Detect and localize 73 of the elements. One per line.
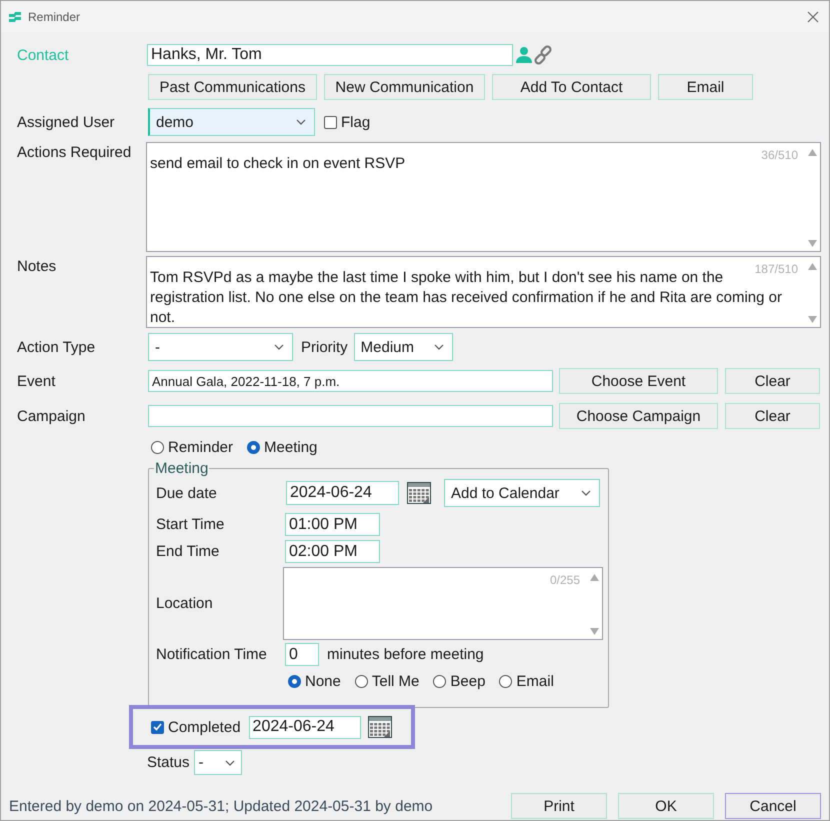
close-icon[interactable]: [807, 10, 819, 22]
notification-radio[interactable]: None: [288, 673, 341, 690]
field-label: Event: [17, 372, 56, 390]
date-field[interactable]: 2024-06-24: [248, 716, 361, 738]
group-title: Meeting: [154, 460, 210, 477]
check-icon: [153, 723, 162, 731]
choose-button[interactable]: Choose Event: [559, 368, 718, 394]
event-field[interactable]: Annual Gala, 2022-11-18, 7 p.m.: [148, 370, 553, 392]
notification-radio[interactable]: Tell Me: [354, 673, 420, 690]
scroll-up-icon[interactable]: [808, 263, 817, 270]
character-counter: 187/510: [754, 261, 798, 278]
calendar-icon[interactable]: [368, 716, 392, 738]
chevron-icon: [274, 344, 284, 350]
calendar-icon[interactable]: [407, 482, 431, 504]
field-label: Priority: [301, 338, 348, 356]
notification-radio[interactable]: Beep: [433, 673, 486, 690]
user-dropdown[interactable]: demo: [148, 108, 315, 136]
field-label: Action Type: [17, 338, 96, 356]
link-icon[interactable]: [533, 45, 553, 65]
type-radio[interactable]: Reminder: [151, 439, 234, 456]
minutes-field[interactable]: 0: [285, 643, 319, 666]
field-label: Actions Required: [17, 144, 132, 161]
field-label: Location: [156, 595, 214, 612]
choose-button[interactable]: Choose Campaign: [559, 403, 718, 429]
type-radio[interactable]: Meeting: [247, 439, 318, 456]
scroll-down-icon[interactable]: [808, 316, 817, 323]
character-counter: 36/510: [761, 147, 798, 164]
calendar-dropdown[interactable]: Add to Calendar: [444, 479, 600, 507]
actions-field[interactable]: send email to check in on event RSVP 36/510: [146, 142, 821, 252]
chevron-icon: [581, 490, 591, 496]
time-field[interactable]: 02:00 PM: [285, 540, 380, 563]
flag-checkbox[interactable]: Flag: [324, 114, 370, 130]
campaign-field[interactable]: [148, 405, 553, 427]
chevron-icon: [224, 760, 235, 766]
character-counter: 0/255: [550, 572, 580, 589]
dialog-button[interactable]: OK: [618, 793, 714, 819]
field-label: Due date: [156, 484, 218, 502]
notes-field[interactable]: Tom RSVPd as a maybe the last time I spoke with him, but I don't see his name on the registration list. No one else on the team has received confirmation if he and Rita are coming or not. 187/510: [146, 256, 821, 328]
field-label: Contact: [17, 46, 70, 64]
action-button[interactable]: Add To Contact: [492, 74, 651, 100]
dialog-button[interactable]: Cancel: [725, 793, 821, 819]
field-label: End Time: [156, 543, 220, 560]
scroll-up-icon[interactable]: [590, 574, 599, 581]
scroll-down-icon[interactable]: [590, 628, 599, 635]
date-field[interactable]: 2024-06-24: [286, 481, 399, 505]
status-text: Entered by demo on 2024-05-31; Updated 2024-05-31 by demo: [9, 798, 434, 814]
clear-button[interactable]: Clear: [725, 403, 820, 429]
action-button[interactable]: New Communication: [324, 74, 485, 100]
time-field[interactable]: 01:00 PM: [285, 513, 380, 536]
completed-checkbox[interactable]: Completed: [151, 718, 241, 736]
contact-field[interactable]: Hanks, Mr. Tom: [147, 44, 513, 66]
field-label: Notes: [17, 258, 58, 275]
field-label: Assigned User: [17, 114, 116, 130]
dialog-button[interactable]: Print: [511, 793, 607, 819]
field-label: Notification Time: [156, 646, 268, 663]
action-button[interactable]: Past Communications: [148, 74, 317, 100]
priority-dropdown[interactable]: Medium: [354, 333, 453, 361]
field-hint: minutes before meeting: [327, 646, 484, 663]
field-label: Campaign: [17, 408, 86, 424]
action-button[interactable]: Email: [658, 74, 753, 100]
clear-button[interactable]: Clear: [725, 368, 820, 394]
scroll-up-icon[interactable]: [808, 149, 817, 156]
notification-radio[interactable]: Email: [499, 673, 554, 690]
app-logo-icon: [9, 12, 21, 22]
field-label: Status: [147, 754, 190, 771]
scroll-down-icon[interactable]: [808, 240, 817, 247]
status-dropdown[interactable]: -: [194, 750, 242, 775]
chevron-icon: [296, 119, 306, 125]
action-type-dropdown[interactable]: -: [148, 333, 293, 361]
window-title: Reminder: [28, 10, 80, 24]
chevron-icon: [434, 344, 444, 350]
field-label: Start Time: [156, 516, 226, 533]
person-icon[interactable]: [515, 46, 533, 64]
